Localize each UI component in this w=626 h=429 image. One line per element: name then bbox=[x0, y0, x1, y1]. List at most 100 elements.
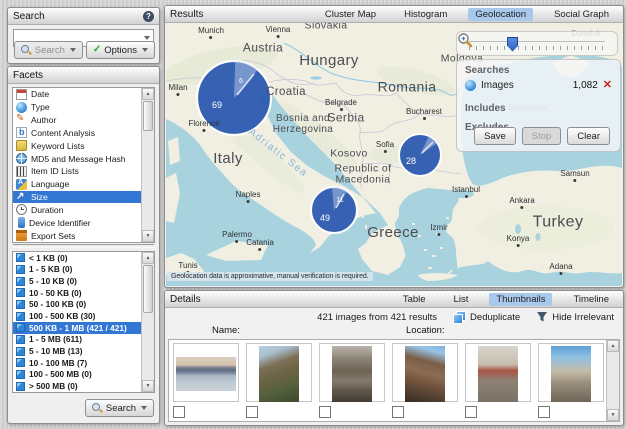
thumbnail-card[interactable] bbox=[465, 343, 531, 402]
thumbnail-card[interactable] bbox=[319, 343, 385, 402]
thumbnail-image-cobbled-street[interactable] bbox=[332, 346, 372, 402]
facet-item-item-id-lists[interactable]: Item ID Lists bbox=[13, 165, 142, 178]
options-button[interactable]: ✓Options bbox=[86, 41, 155, 59]
thumbnail-item[interactable] bbox=[246, 343, 312, 418]
save-button[interactable]: Save bbox=[474, 127, 516, 145]
scroll-down-icon[interactable]: ▼ bbox=[142, 230, 154, 242]
facet-item-language[interactable]: Language bbox=[13, 178, 142, 191]
thumbnail-item[interactable] bbox=[392, 343, 458, 418]
thumbnail-checkbox[interactable] bbox=[246, 406, 258, 418]
scroll-up-icon[interactable]: ▲ bbox=[142, 88, 154, 100]
stop-button[interactable]: Stop bbox=[522, 127, 562, 145]
size-bucket-icon bbox=[16, 300, 25, 309]
size-value-scrollbar[interactable]: ▲▼ bbox=[141, 252, 154, 392]
scroll-up-icon[interactable]: ▲ bbox=[142, 252, 154, 264]
facet-item-duration[interactable]: Duration bbox=[13, 203, 142, 216]
thumbnail-image-flower-boxes[interactable] bbox=[478, 346, 518, 402]
map-label-bosnia: Bosnia and Herzegovina bbox=[273, 114, 334, 136]
searches-label: Searches bbox=[465, 65, 509, 76]
size-value-row-selected[interactable]: 500 KB - 1 MB (421 / 421) bbox=[13, 322, 142, 334]
hide-irrelevant-button[interactable]: Hide Irrelevant bbox=[536, 311, 614, 323]
thumbnail-checkbox[interactable] bbox=[465, 406, 477, 418]
map-city-ankara: Ankara bbox=[509, 196, 534, 209]
thumbnail-item[interactable] bbox=[319, 343, 385, 418]
size-bucket-icon bbox=[16, 277, 25, 286]
help-icon[interactable]: ? bbox=[143, 11, 154, 22]
thumbnail-checkbox[interactable] bbox=[319, 406, 331, 418]
thumbnail-image-stone-church[interactable] bbox=[551, 346, 591, 402]
thumbnail-card[interactable] bbox=[246, 343, 312, 402]
tab-histogram[interactable]: Histogram bbox=[397, 8, 454, 21]
type-icon bbox=[16, 102, 27, 113]
map-cluster-28[interactable]: 28 bbox=[399, 134, 441, 176]
thumbnail-checkbox[interactable] bbox=[392, 406, 404, 418]
thumbnail-checkbox[interactable] bbox=[173, 406, 185, 418]
size-value-row[interactable]: 1 - 5 MB (611) bbox=[13, 334, 142, 346]
facet-item-type[interactable]: Type bbox=[13, 101, 142, 114]
thumbnail-card[interactable] bbox=[538, 343, 604, 402]
zoom-slider-track[interactable] bbox=[469, 37, 605, 51]
map-city-adana: Adana bbox=[549, 262, 572, 275]
map-city-catania: Catania bbox=[246, 238, 274, 251]
map-city-konya: Konya bbox=[507, 234, 530, 247]
facet-item-md5-hash[interactable]: MD5 and Message Hash bbox=[13, 152, 142, 165]
tab-list[interactable]: List bbox=[447, 293, 476, 306]
thumbnail-card[interactable] bbox=[173, 343, 239, 402]
clock-icon bbox=[16, 204, 27, 215]
scroll-down-icon[interactable]: ▼ bbox=[142, 380, 154, 392]
size-bucket-icon bbox=[16, 323, 25, 332]
map-city-florence: Florence bbox=[188, 119, 219, 132]
scrollbar-thumb[interactable] bbox=[143, 265, 153, 313]
scrollbar-thumb[interactable] bbox=[143, 101, 153, 131]
combobox-dropdown-icon[interactable] bbox=[139, 36, 153, 40]
scroll-down-icon[interactable]: ▼ bbox=[607, 409, 619, 421]
map-city-samsun: Samsun bbox=[560, 169, 589, 182]
facet-item-author[interactable]: Author bbox=[13, 114, 142, 127]
facet-search-button[interactable]: Search bbox=[85, 399, 154, 417]
size-value-row[interactable]: 5 - 10 KB (0) bbox=[13, 275, 142, 287]
size-value-row[interactable]: 10 - 100 MB (7) bbox=[13, 357, 142, 369]
facet-item-export-sets[interactable]: Export Sets bbox=[13, 229, 142, 242]
thumbnail-image-timber-houses[interactable] bbox=[405, 346, 445, 402]
panel-splitter[interactable] bbox=[13, 244, 154, 248]
size-value-row[interactable]: < 1 KB (0) bbox=[13, 252, 142, 264]
thumbnail-item[interactable] bbox=[538, 343, 604, 418]
thumbnail-card[interactable] bbox=[392, 343, 458, 402]
zoom-in-icon[interactable] bbox=[457, 32, 473, 48]
facets-panel-header: Facets bbox=[8, 67, 159, 84]
facet-item-size[interactable]: Size bbox=[13, 191, 142, 204]
facet-item-device-identifier[interactable]: Device Identifier bbox=[13, 216, 142, 229]
images-search-row[interactable]: Images 1,082 ✕ bbox=[465, 80, 612, 91]
tab-table[interactable]: Table bbox=[396, 293, 433, 306]
size-value-row[interactable]: 10 - 50 KB (0) bbox=[13, 287, 142, 299]
thumbnail-checkbox[interactable] bbox=[538, 406, 550, 418]
clear-button[interactable]: Clear bbox=[567, 127, 610, 145]
map-cluster-49[interactable]: 49 11 bbox=[311, 187, 357, 233]
tab-geolocation[interactable]: Geolocation bbox=[468, 8, 533, 21]
size-value-row[interactable]: 100 - 500 MB (0) bbox=[13, 369, 142, 381]
size-value-row[interactable]: 5 - 10 MB (13) bbox=[13, 345, 142, 357]
tab-timeline[interactable]: Timeline bbox=[566, 293, 616, 306]
tab-cluster-map[interactable]: Cluster Map bbox=[318, 8, 383, 21]
check-icon: ✓ bbox=[93, 45, 101, 55]
size-value-row[interactable]: 50 - 100 KB (0) bbox=[13, 299, 142, 311]
deduplicate-button[interactable]: Deduplicate bbox=[453, 311, 520, 323]
tab-social-graph[interactable]: Social Graph bbox=[547, 8, 616, 21]
geolocation-map[interactable]: 69 6 49 11 bbox=[166, 23, 622, 286]
facet-item-content-analysis[interactable]: Content Analysis bbox=[13, 126, 142, 139]
facet-item-keyword-lists[interactable]: Keyword Lists bbox=[13, 139, 142, 152]
facet-list-scrollbar[interactable]: ▲▼ bbox=[141, 88, 154, 242]
facet-item-date[interactable]: Date bbox=[13, 88, 142, 101]
scroll-up-icon[interactable]: ▲ bbox=[607, 340, 619, 352]
thumbnail-image-coastal-sunset[interactable] bbox=[176, 357, 236, 391]
thumbnail-scrollbar[interactable]: ▲▼ bbox=[606, 340, 619, 421]
size-value-row[interactable]: 1 - 5 KB (0) bbox=[13, 264, 142, 276]
size-value-row[interactable]: 100 - 500 KB (30) bbox=[13, 310, 142, 322]
thumbnail-item[interactable] bbox=[465, 343, 531, 418]
tab-thumbnails[interactable]: Thumbnails bbox=[489, 293, 552, 306]
remove-search-icon[interactable]: ✕ bbox=[603, 80, 612, 91]
size-value-row[interactable]: > 500 MB (0) bbox=[13, 380, 142, 392]
search-button[interactable]: Search bbox=[14, 41, 83, 59]
thumbnail-item[interactable] bbox=[173, 343, 239, 418]
thumbnail-image-old-town-plants[interactable] bbox=[259, 346, 299, 402]
